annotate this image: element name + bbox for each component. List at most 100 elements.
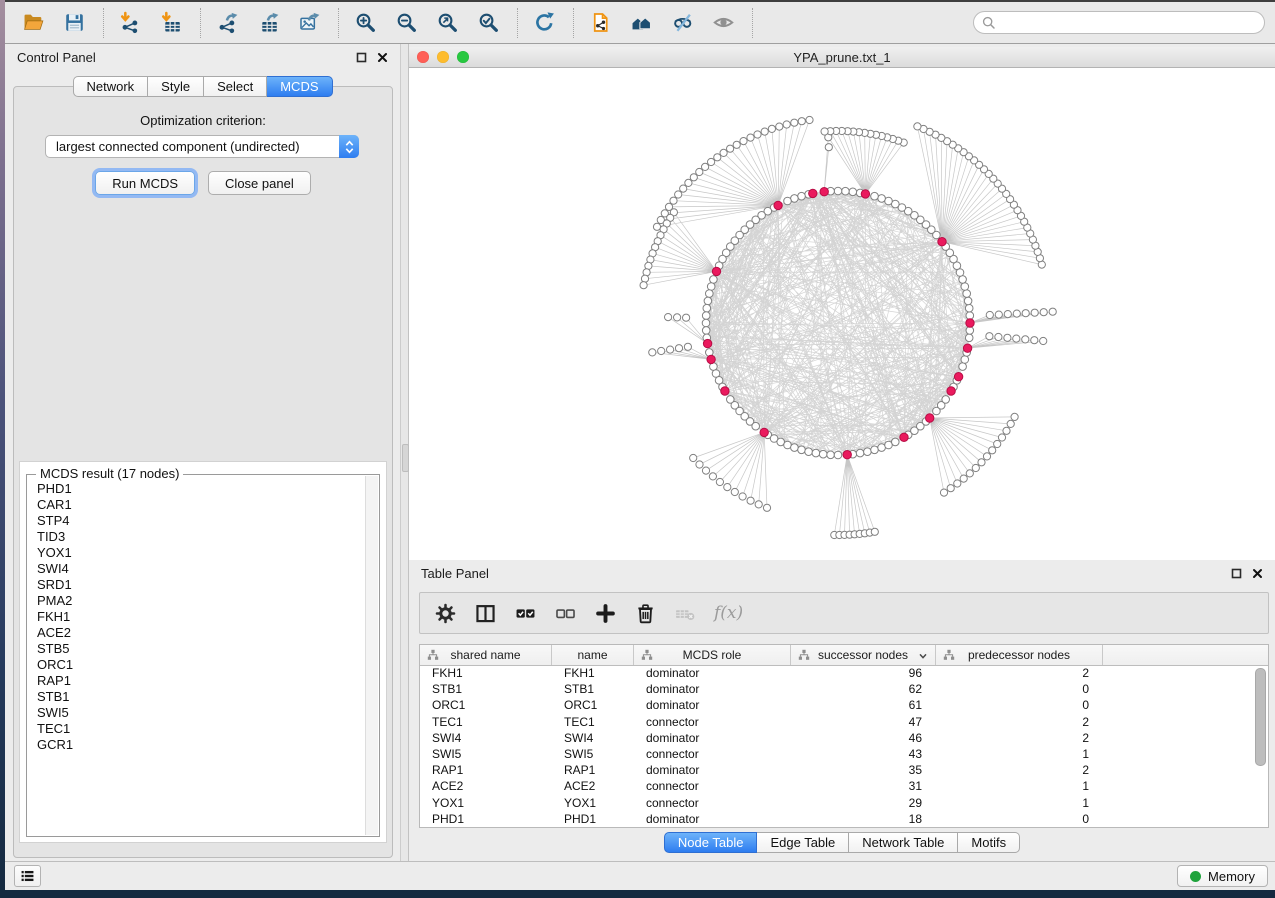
leaf-node[interactable] [739, 493, 746, 500]
mcds-result-item[interactable]: STB1 [37, 689, 365, 705]
leaf-node[interactable] [768, 125, 775, 132]
mcds-result-item[interactable]: TEC1 [37, 721, 365, 737]
network-view[interactable] [409, 68, 1275, 560]
dominator-node[interactable] [861, 190, 869, 198]
leaf-node[interactable] [724, 484, 731, 491]
run-mcds-button[interactable]: Run MCDS [95, 171, 195, 195]
leaf-node[interactable] [947, 485, 954, 492]
network-node[interactable] [961, 283, 969, 291]
leaf-node[interactable] [690, 454, 697, 461]
leaf-node[interactable] [709, 473, 716, 480]
leaf-node[interactable] [708, 158, 715, 165]
close-panel-button[interactable]: Close panel [208, 171, 311, 195]
leaf-node[interactable] [966, 470, 973, 477]
leaf-node[interactable] [1007, 420, 1014, 427]
leaf-node[interactable] [675, 191, 682, 198]
network-node[interactable] [871, 192, 879, 200]
network-node[interactable] [871, 446, 879, 454]
tab-node-table[interactable]: Node Table [664, 832, 758, 853]
network-node[interactable] [856, 449, 864, 457]
dominator-node[interactable] [954, 373, 962, 381]
status-log-button[interactable] [14, 865, 41, 887]
dominator-node[interactable] [947, 387, 955, 395]
tab-select[interactable]: Select [204, 76, 267, 97]
leaf-node[interactable] [641, 275, 648, 282]
network-node[interactable] [964, 297, 972, 305]
tab-mcds[interactable]: MCDS [267, 76, 332, 97]
leaf-node[interactable] [640, 282, 647, 289]
table-row[interactable]: SWI4SWI4dominator462 [420, 730, 1268, 746]
leaf-node[interactable] [649, 349, 656, 356]
mcds-result-item[interactable]: SWI4 [37, 561, 365, 577]
memory-button[interactable]: Memory [1177, 865, 1268, 887]
column-header-name[interactable]: name [552, 645, 634, 665]
table-row[interactable]: RAP1RAP1dominator352 [420, 762, 1268, 778]
dominator-node[interactable] [938, 238, 946, 246]
mcds-result-item[interactable]: PMA2 [37, 593, 365, 609]
table-row[interactable]: TEC1TEC1connector472 [420, 714, 1268, 730]
show-eye-button[interactable] [712, 10, 737, 35]
table-row[interactable]: PHD1PHD1dominator180 [420, 811, 1268, 827]
leaf-node[interactable] [1031, 309, 1038, 316]
network-node[interactable] [842, 187, 850, 195]
zoom-out-button[interactable] [395, 10, 420, 35]
leaf-node[interactable] [1013, 310, 1020, 317]
leaf-node[interactable] [986, 311, 993, 318]
column-header-successor-nodes[interactable]: successor nodes [791, 645, 936, 665]
leaf-node[interactable] [821, 128, 828, 135]
network-node[interactable] [827, 451, 835, 459]
mcds-result-item[interactable]: ACE2 [37, 625, 365, 641]
network-node[interactable] [965, 304, 973, 312]
network-node[interactable] [966, 327, 974, 335]
leaf-node[interactable] [683, 314, 690, 321]
leaf-node[interactable] [763, 504, 770, 511]
network-node[interactable] [959, 363, 967, 371]
leaf-node[interactable] [1022, 336, 1029, 343]
dominator-node[interactable] [966, 319, 974, 327]
leaf-node[interactable] [776, 123, 783, 130]
zoom-window-button[interactable] [457, 51, 469, 63]
leaf-node[interactable] [696, 461, 703, 468]
tab-network[interactable]: Network [72, 76, 148, 97]
table-row[interactable]: FKH1FKH1dominator962 [420, 665, 1268, 681]
leaf-node[interactable] [747, 497, 754, 504]
tab-edge-table[interactable]: Edge Table [757, 832, 849, 853]
dominator-node[interactable] [900, 433, 908, 441]
leaf-node[interactable] [684, 343, 691, 350]
network-node[interactable] [961, 356, 969, 364]
network-node[interactable] [710, 276, 718, 284]
scrollbar-thumb[interactable] [1255, 668, 1266, 766]
table-row[interactable]: ORC1ORC1dominator610 [420, 697, 1268, 713]
leaf-node[interactable] [791, 119, 798, 126]
table-row[interactable]: YOX1YOX1connector291 [420, 795, 1268, 811]
leaf-node[interactable] [754, 131, 761, 138]
leaf-node[interactable] [1031, 337, 1038, 344]
refresh-button[interactable] [533, 10, 558, 35]
leaf-node[interactable] [714, 154, 721, 161]
zoom-fit-button[interactable] [436, 10, 461, 35]
select-all-button[interactable] [514, 602, 537, 625]
network-node[interactable] [703, 304, 711, 312]
leaf-node[interactable] [1011, 413, 1018, 420]
zoom-in-button[interactable] [354, 10, 379, 35]
mcds-result-item[interactable]: SRD1 [37, 577, 365, 593]
leaf-node[interactable] [871, 528, 878, 535]
network-node[interactable] [878, 195, 886, 203]
import-network-button[interactable] [119, 10, 144, 35]
search-input[interactable] [997, 15, 1264, 31]
leaf-node[interactable] [995, 333, 1002, 340]
add-column-button[interactable] [594, 602, 617, 625]
leaf-node[interactable] [960, 475, 967, 482]
network-node[interactable] [702, 327, 710, 335]
delete-table-button[interactable] [674, 602, 697, 625]
leaf-node[interactable] [972, 464, 979, 471]
column-header-predecessor-nodes[interactable]: predecessor nodes [936, 645, 1103, 665]
leaf-node[interactable] [978, 459, 985, 466]
leaf-node[interactable] [1004, 334, 1011, 341]
mcds-result-item[interactable]: STP4 [37, 513, 365, 529]
leaf-node[interactable] [733, 141, 740, 148]
deselect-all-button[interactable] [554, 602, 577, 625]
split-panel-button[interactable] [474, 602, 497, 625]
network-node[interactable] [798, 446, 806, 454]
save-session-button[interactable] [63, 10, 88, 35]
